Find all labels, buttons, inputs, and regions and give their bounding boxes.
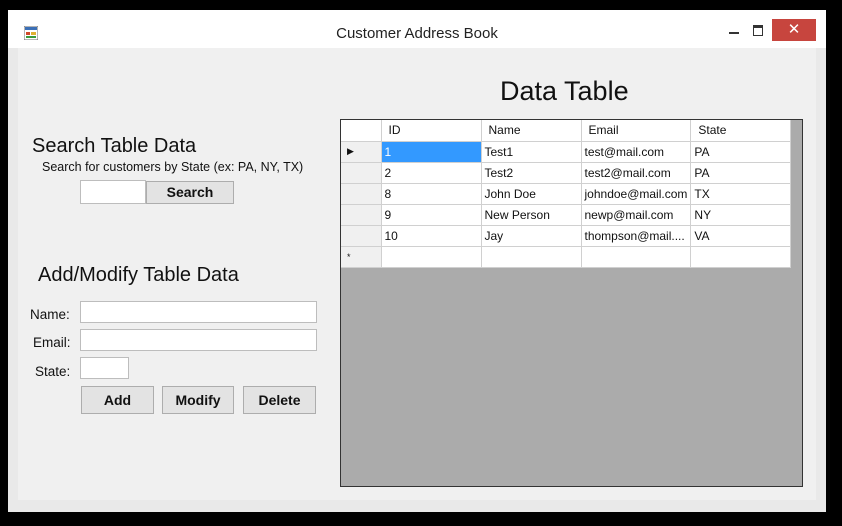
table-row[interactable]: 2 Test2 test2@mail.com PA (341, 162, 792, 184)
cell-state[interactable]: VA (690, 225, 792, 247)
cell-email[interactable]: johndoe@mail.com (581, 183, 692, 205)
cell-name[interactable] (481, 246, 582, 268)
cell-email[interactable]: test2@mail.com (581, 162, 692, 184)
cell-state[interactable]: PA (690, 162, 792, 184)
column-header-id[interactable]: ID (381, 120, 482, 142)
cell-email[interactable]: newp@mail.com (581, 204, 692, 226)
close-button[interactable]: ✕ (772, 19, 816, 41)
delete-button[interactable]: Delete (243, 386, 316, 414)
column-header-email[interactable]: Email (581, 120, 692, 142)
name-label: Name: (30, 307, 70, 322)
current-row-arrow-icon: ▶ (347, 146, 354, 156)
search-heading: Search Table Data (32, 135, 197, 157)
column-header-name[interactable]: Name (481, 120, 582, 142)
row-header[interactable]: * (341, 246, 382, 268)
cell-state[interactable]: TX (690, 183, 792, 205)
table-row[interactable]: ▶ 1 Test1 test@mail.com PA (341, 141, 792, 163)
cell-name[interactable]: Test2 (481, 162, 582, 184)
row-header[interactable] (341, 225, 382, 247)
cell-email[interactable]: thompson@mail.... (581, 225, 692, 247)
modify-button[interactable]: Modify (162, 386, 234, 414)
close-icon: ✕ (787, 21, 801, 38)
cell-email[interactable] (581, 246, 692, 268)
cell-state[interactable] (690, 246, 792, 268)
cell-id[interactable]: 9 (381, 204, 482, 226)
minimize-button[interactable] (724, 20, 744, 40)
data-grid-table: ID Name Email State ▶ 1 Test1 test@mail.… (341, 120, 792, 268)
row-header[interactable] (341, 183, 382, 205)
table-row[interactable]: 10 Jay thompson@mail.... VA (341, 225, 792, 247)
search-hint: Search for customers by State (ex: PA, N… (42, 160, 304, 174)
table-row[interactable]: 8 John Doe johndoe@mail.com TX (341, 183, 792, 205)
new-row-asterisk-icon: * (347, 251, 351, 262)
cell-name[interactable]: New Person (481, 204, 582, 226)
email-input[interactable] (80, 329, 317, 351)
search-state-input[interactable] (80, 180, 146, 204)
cell-id[interactable]: 1 (381, 141, 482, 163)
row-header[interactable] (341, 204, 382, 226)
maximize-button[interactable] (748, 20, 768, 40)
cell-id[interactable]: 8 (381, 183, 482, 205)
table-row[interactable]: 9 New Person newp@mail.com NY (341, 204, 792, 226)
cell-id[interactable]: 10 (381, 225, 482, 247)
cell-state[interactable]: NY (690, 204, 792, 226)
window-title: Customer Address Book (336, 25, 498, 42)
data-grid[interactable]: ID Name Email State ▶ 1 Test1 test@mail.… (340, 119, 803, 487)
email-label: Email: (33, 335, 71, 350)
cell-email[interactable]: test@mail.com (581, 141, 692, 163)
row-header[interactable]: ▶ (341, 141, 382, 163)
state-label: State: (35, 364, 71, 379)
grid-header-row: ID Name Email State (341, 120, 792, 142)
cell-name[interactable]: Test1 (481, 141, 582, 163)
cell-id[interactable] (381, 246, 482, 268)
cell-name[interactable]: John Doe (481, 183, 582, 205)
title-bar[interactable]: Customer Address Book ✕ (8, 10, 826, 48)
name-input[interactable] (80, 301, 317, 323)
new-row[interactable]: * (341, 246, 792, 268)
add-button[interactable]: Add (81, 386, 154, 414)
cell-name[interactable]: Jay (481, 225, 582, 247)
search-button[interactable]: Search (146, 181, 234, 204)
state-input[interactable] (80, 357, 129, 379)
grid-corner-header[interactable] (341, 120, 382, 142)
data-table-heading: Data Table (500, 76, 629, 106)
cell-state[interactable]: PA (690, 141, 792, 163)
add-modify-heading: Add/Modify Table Data (38, 264, 239, 286)
column-header-state[interactable]: State (690, 120, 792, 142)
row-header[interactable] (341, 162, 382, 184)
cell-id[interactable]: 2 (381, 162, 482, 184)
